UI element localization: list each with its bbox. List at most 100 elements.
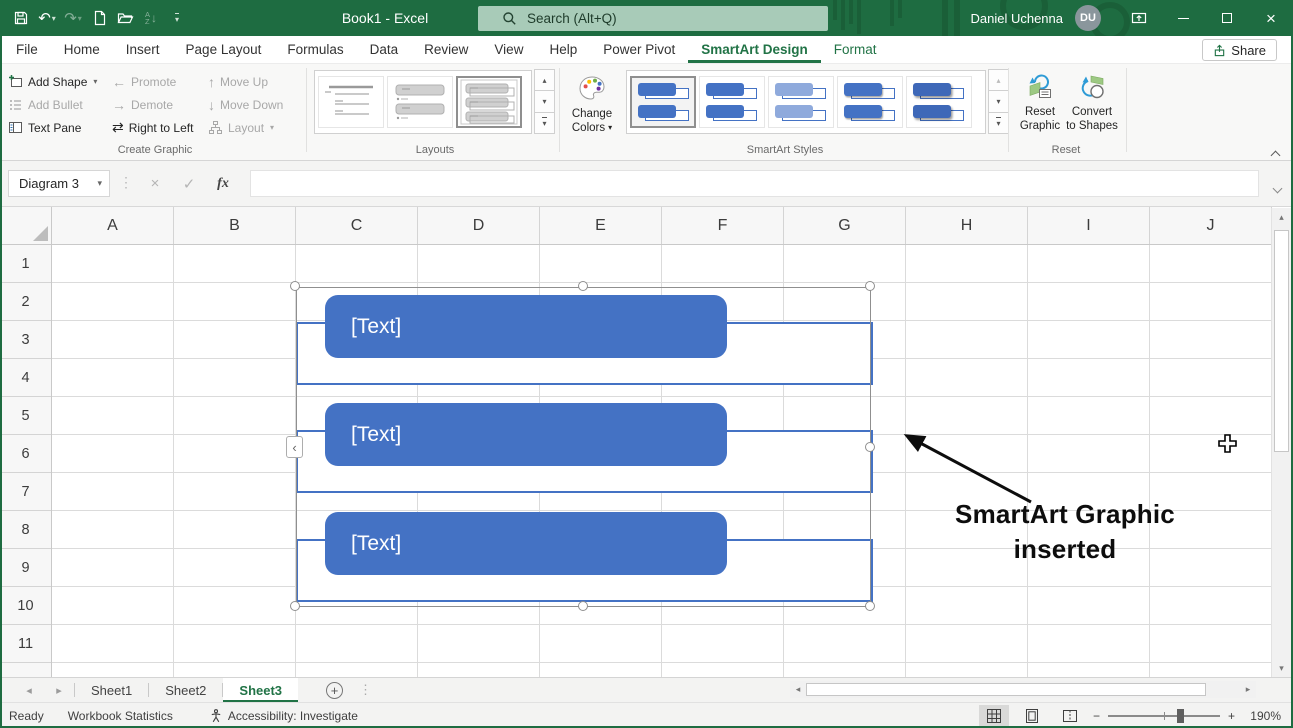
resize-handle-bottom-center[interactable] [578,601,588,611]
resize-handle-top-center[interactable] [578,281,588,291]
row-header-8[interactable]: 8 [0,511,51,549]
cancel-button[interactable]: × [138,170,172,197]
new-sheet-button[interactable]: + [326,682,343,699]
resize-handle-top-left[interactable] [290,281,300,291]
scroll-down-button[interactable]: ▾ [1272,659,1291,677]
scroll-right-button[interactable]: ▸ [1240,684,1256,695]
normal-view-button[interactable] [979,705,1009,727]
open-file-button[interactable] [112,3,138,33]
formula-input[interactable] [250,170,1259,197]
resize-handle-bottom-left[interactable] [290,601,300,611]
layout-option-2[interactable] [387,76,453,128]
next-sheet-button[interactable]: ▸ [44,678,74,702]
vertical-scroll-thumb[interactable] [1274,230,1289,452]
customize-qat-button[interactable]: ▾ [164,3,190,33]
workbook-statistics-button[interactable]: Workbook Statistics [68,709,173,723]
column-header-h[interactable]: H [906,207,1028,244]
styles-scroll-down-button[interactable]: ▾ [988,90,1009,112]
row-header-10[interactable]: 10 [0,587,51,625]
resize-handle-top-right[interactable] [865,281,875,291]
zoom-out-button[interactable]: − [1093,709,1100,723]
column-header-f[interactable]: F [662,207,784,244]
smartart-selection-frame[interactable] [296,287,871,607]
column-header-i[interactable]: I [1028,207,1150,244]
zoom-slider-track[interactable] [1108,715,1220,717]
resize-handle-middle-right[interactable] [865,442,875,452]
tab-data[interactable]: Data [357,36,412,63]
zoom-in-button[interactable]: + [1228,709,1235,723]
save-button[interactable] [8,3,34,33]
row-header-1[interactable]: 1 [0,245,51,283]
move-up-button[interactable]: ↑ Move Up [208,74,300,90]
add-shape-button[interactable]: Add Shape ▾ [8,74,112,89]
tab-format[interactable]: Format [821,36,890,63]
column-header-a[interactable]: A [52,207,174,244]
change-colors-button[interactable]: Change Colors▾ [563,68,621,154]
row-header-5[interactable]: 5 [0,397,51,435]
row-header-2[interactable]: 2 [0,283,51,321]
page-layout-view-button[interactable] [1017,705,1047,727]
convert-to-shapes-button[interactable]: Convert to Shapes [1064,68,1120,154]
sort-ascending-button[interactable]: AZ ↓ [138,3,164,33]
column-header-e[interactable]: E [540,207,662,244]
tab-review[interactable]: Review [411,36,481,63]
reset-graphic-button[interactable]: Reset Graphic [1016,68,1064,154]
demote-button[interactable]: → Demote [112,97,208,113]
style-option-5[interactable] [906,76,972,128]
style-option-1-selected[interactable] [630,76,696,128]
right-to-left-button[interactable]: ⇄ Right to Left [112,119,208,136]
horizontal-scrollbar[interactable]: ◂ ▸ [790,681,1256,698]
search-box[interactable]: Search (Alt+Q) [478,6,828,31]
select-all-corner[interactable] [0,207,52,245]
close-button[interactable]: × [1249,0,1293,36]
column-header-d[interactable]: D [418,207,540,244]
new-file-button[interactable] [86,3,112,33]
zoom-level-button[interactable]: 190% [1243,709,1281,723]
vertical-scrollbar[interactable]: ▴ ▾ [1271,208,1291,677]
tab-power-pivot[interactable]: Power Pivot [590,36,688,63]
styles-scroll-up-button[interactable]: ▴ [988,69,1009,91]
scroll-up-button[interactable]: ▴ [1272,208,1291,226]
tab-help[interactable]: Help [536,36,590,63]
account-name[interactable]: Daniel Uchenna [970,11,1063,26]
maximize-button[interactable] [1205,0,1249,36]
style-option-4[interactable] [837,76,903,128]
tab-formulas[interactable]: Formulas [274,36,356,63]
scroll-left-button[interactable]: ◂ [790,684,806,695]
share-button[interactable]: Share [1202,39,1277,61]
column-header-j[interactable]: J [1150,207,1272,244]
layout-button[interactable]: Layout ▾ [208,120,300,135]
horizontal-scroll-thumb[interactable] [806,683,1206,696]
sheet-tab-sheet1[interactable]: Sheet1 [75,678,148,702]
column-header-g[interactable]: G [784,207,906,244]
resize-handle-bottom-right[interactable] [865,601,875,611]
layouts-more-button[interactable]: ▾ [534,112,555,134]
column-header-c[interactable]: C [296,207,418,244]
enter-button[interactable]: ✓ [172,170,206,197]
insert-function-button[interactable]: fx [206,170,240,197]
style-option-2[interactable] [699,76,765,128]
add-bullet-button[interactable]: Add Bullet [8,97,112,112]
tab-file[interactable]: File [0,36,51,63]
row-header-11[interactable]: 11 [0,625,51,663]
tab-page-layout[interactable]: Page Layout [173,36,275,63]
text-pane-button[interactable]: Text Pane [8,120,112,135]
row-header-6[interactable]: 6 [0,435,51,473]
minimize-button[interactable] [1161,0,1205,36]
tab-home[interactable]: Home [51,36,113,63]
avatar[interactable]: DU [1075,5,1101,31]
name-box[interactable]: Diagram 3 ▾ [8,170,110,197]
style-option-3[interactable] [768,76,834,128]
text-pane-toggle-button[interactable]: ‹ [286,436,303,458]
layouts-scroll-up-button[interactable]: ▴ [534,69,555,91]
promote-button[interactable]: ← Promote [112,74,208,90]
layouts-scroll-down-button[interactable]: ▾ [534,90,555,112]
row-header-7[interactable]: 7 [0,473,51,511]
ribbon-display-options-button[interactable] [1117,0,1161,36]
expand-formula-bar-button[interactable] [1274,179,1281,197]
sheet-tab-sheet3-active[interactable]: Sheet3 [223,678,298,702]
redo-button[interactable]: ↷ ▾ [60,3,86,33]
sheet-tab-sheet2[interactable]: Sheet2 [149,678,222,702]
tab-smartart-design[interactable]: SmartArt Design [688,36,821,63]
tab-scrollbar-splitter[interactable]: ⋮ [359,682,372,698]
